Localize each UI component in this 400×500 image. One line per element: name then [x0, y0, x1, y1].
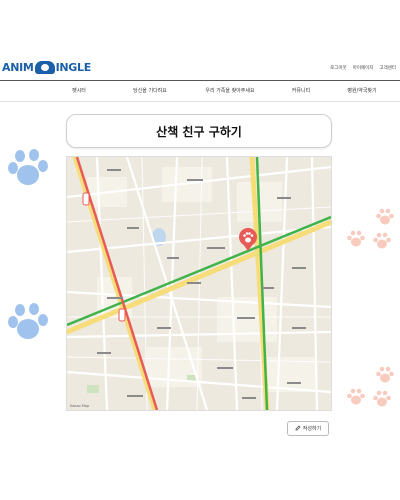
site-logo[interactable]: ANIM INGLE [2, 59, 91, 75]
paw-pink-icon [346, 230, 366, 252]
nav-item-hospital[interactable]: 병원/약국찾기 [327, 87, 397, 97]
map-view[interactable]: Kakao Map [66, 156, 332, 411]
logo-emblem-icon [34, 60, 55, 74]
paw-pink-icon [372, 390, 392, 412]
paw-pink-icon [375, 366, 395, 388]
paw-pink-icon [375, 208, 395, 230]
nav-item-find-family[interactable]: 우리 가족을 찾아주세요 [185, 87, 275, 97]
map-canvas[interactable] [67, 157, 331, 410]
mypage-link[interactable]: 마이페이지 [353, 65, 374, 71]
logo-text-right: INGLE [55, 60, 92, 74]
nav-item-community[interactable]: 커뮤니티 [275, 87, 327, 97]
nav-item-petsitter[interactable]: 펫시터 [3, 87, 115, 97]
nav-divider [0, 101, 400, 102]
paw-pink-icon [372, 232, 392, 254]
nav-item-waiting[interactable]: 당신을 기다려요 [115, 87, 185, 97]
pencil-icon [295, 425, 301, 433]
paw-blue-icon [4, 148, 48, 192]
logo-text-left: ANIM [2, 60, 34, 74]
main-nav: 펫시터 당신을 기다려요 우리 가족을 찾아주세요 커뮤니티 병원/약국찾기 [0, 87, 400, 97]
logout-link[interactable]: 로그아웃 [330, 65, 347, 71]
page-title-text: 산책 친구 구하기 [156, 124, 242, 139]
page-title: 산책 친구 구하기 [66, 114, 332, 148]
write-button-label: 작성하기 [302, 426, 322, 432]
map-copyright: Kakao Map [70, 404, 90, 408]
write-button[interactable]: 작성하기 [287, 421, 329, 436]
paw-blue-icon [4, 302, 48, 346]
utility-links: 로그아웃 마이페이지 고객센터 [330, 65, 396, 71]
header-divider [0, 80, 400, 81]
paw-pink-icon [346, 388, 366, 410]
customer-center-link[interactable]: 고객센터 [379, 65, 396, 71]
